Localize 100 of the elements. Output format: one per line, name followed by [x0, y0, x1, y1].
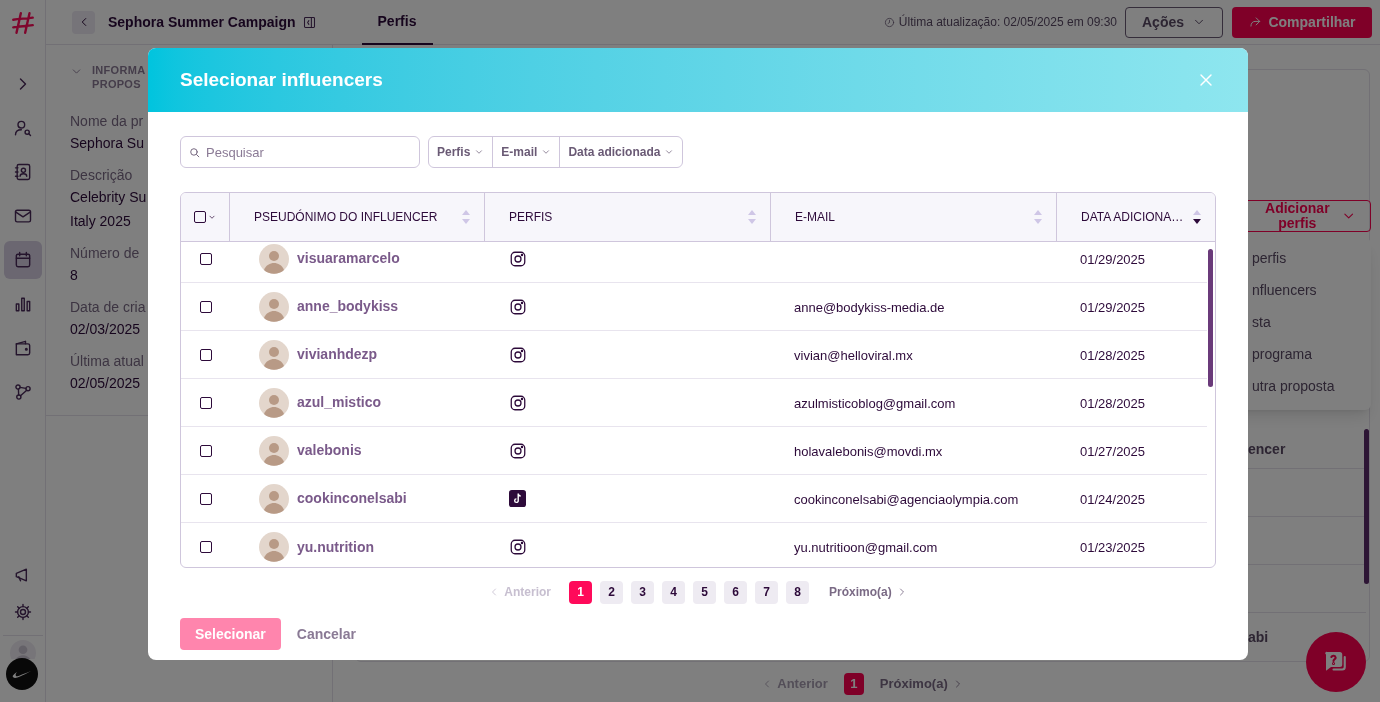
influencer-name[interactable]: valebonis — [297, 440, 362, 461]
email-text: anne@bodykiss-media.de — [794, 299, 945, 315]
date-text: 01/29/2025 — [1080, 251, 1146, 267]
influencer-name[interactable]: yu.nutrition — [297, 536, 374, 558]
chevron-down-icon — [541, 147, 552, 157]
settings-icon[interactable] — [12, 602, 33, 622]
next-link[interactable]: Próximo(a) — [879, 674, 964, 694]
page-button[interactable]: 5 — [693, 580, 716, 604]
field-value: Celebrity Su — [70, 188, 147, 207]
avatar — [259, 339, 289, 370]
date-text: 01/29/2025 — [1080, 299, 1146, 315]
row-checkbox[interactable] — [200, 444, 212, 457]
page-button[interactable]: 2 — [600, 580, 623, 604]
field-label: Última atual — [70, 352, 144, 371]
avatar — [259, 532, 289, 562]
clock-icon — [883, 16, 895, 28]
filter-dropdown[interactable]: Data adicionada — [559, 137, 683, 167]
instagram-icon[interactable] — [509, 345, 527, 364]
date-text: 01/27/2025 — [1080, 443, 1146, 459]
influencer-name[interactable]: cookinconelsabi — [297, 488, 407, 509]
chevron-down-icon — [474, 147, 485, 157]
date-text: 01/24/2025 — [1080, 491, 1146, 507]
page-button[interactable]: 1 — [569, 580, 592, 604]
field-value: 02/05/2025 — [70, 374, 141, 393]
share-icon — [1248, 15, 1263, 29]
email-text: vivian@helloviral.mx — [794, 347, 913, 363]
table-cell-text: abi — [1248, 627, 1269, 647]
menu-item[interactable]: sta — [1251, 306, 1371, 338]
row-checkbox[interactable] — [200, 541, 212, 553]
column-header[interactable]: PERFIS — [509, 208, 553, 226]
field-label: Descrição — [70, 166, 133, 185]
email-text: azulmisticoblog@gmail.com — [794, 395, 956, 411]
scrollbar[interactable] — [1208, 249, 1213, 387]
next-link[interactable]: Próximo(a) — [829, 583, 908, 601]
influencer-name[interactable]: visuaramarcelo — [297, 248, 400, 269]
instagram-icon[interactable] — [509, 249, 527, 268]
influencer-name[interactable]: vivianhdezp — [297, 344, 378, 365]
menu-item[interactable]: programa — [1251, 338, 1371, 370]
side-panel-icon[interactable] — [301, 14, 317, 30]
menu-item[interactable]: perfis — [1251, 242, 1371, 274]
menu-item[interactable]: utra proposta — [1251, 370, 1371, 402]
avatar — [259, 243, 289, 274]
row-checkbox[interactable] — [200, 300, 212, 313]
help-button[interactable] — [1306, 632, 1366, 692]
column-header[interactable]: PSEUDÓNIMO DO INFLUENCER — [254, 208, 438, 226]
network-icon — [12, 382, 33, 402]
chevron-down-icon — [664, 147, 675, 157]
page-button[interactable]: 3 — [631, 580, 654, 604]
row-checkbox[interactable] — [200, 492, 212, 505]
column-header[interactable]: DATA ADICIONA… — [1081, 208, 1184, 226]
filter-dropdown[interactable]: E-mail — [492, 137, 560, 167]
row-checkbox[interactable] — [200, 348, 212, 361]
column-header[interactable]: E-MAIL — [795, 208, 835, 226]
avatar — [259, 435, 289, 466]
sidebar-item[interactable] — [3, 241, 42, 279]
instagram-icon[interactable] — [509, 297, 527, 316]
date-text: 01/28/2025 — [1080, 395, 1146, 411]
influencer-name[interactable]: anne_bodykiss — [297, 296, 399, 317]
tiktok-icon[interactable] — [509, 490, 526, 507]
tab[interactable]: Perfis — [361, 0, 433, 45]
search-icon — [188, 146, 201, 159]
search-field[interactable]: Pesquisar — [180, 136, 420, 168]
modal-title: Selecionar influencers — [180, 67, 383, 92]
field-value: Sephora Su — [70, 134, 144, 153]
email-text: holavalebonis@movdi.mx — [794, 443, 943, 459]
section-heading: PROPOS — [92, 77, 141, 91]
hash-logo[interactable] — [9, 9, 36, 36]
cancel-button[interactable]: Cancelar — [296, 623, 356, 645]
menu-item[interactable]: nfluencers — [1251, 274, 1371, 306]
actions-button[interactable]: Ações — [1125, 6, 1223, 38]
field-value: Italy 2025 — [70, 212, 131, 231]
page-button[interactable]: 4 — [662, 580, 685, 604]
instagram-icon[interactable] — [509, 393, 527, 412]
contact-book-icon — [12, 162, 33, 182]
field-label: Número de — [70, 244, 140, 263]
page-button[interactable]: 8 — [786, 580, 809, 604]
field-label: Data de cria — [70, 298, 146, 317]
instagram-icon[interactable] — [509, 538, 527, 556]
email-text: yu.nutritioon@gmail.com — [794, 540, 938, 555]
avatar — [259, 387, 289, 418]
row-checkbox[interactable] — [200, 252, 212, 265]
influencer-name[interactable]: azul_mistico — [297, 392, 382, 413]
section-heading: INFORMA — [92, 63, 146, 77]
page-button[interactable]: 6 — [724, 580, 747, 604]
select-all-checkbox[interactable] — [193, 211, 206, 223]
date-text: 01/28/2025 — [1080, 347, 1146, 363]
company-logo[interactable] — [5, 658, 38, 690]
date-text: 01/23/2025 — [1080, 540, 1146, 555]
avatar — [259, 483, 289, 514]
campaign-title: Sephora Summer Campaign — [108, 12, 296, 32]
row-checkbox[interactable] — [200, 396, 212, 409]
table-cell-text: encer — [1248, 440, 1286, 459]
mail-icon — [12, 206, 33, 226]
page-button[interactable]: 7 — [755, 580, 778, 604]
email-text: cookinconelsabi@agenciaolympia.com — [794, 491, 1019, 507]
instagram-icon[interactable] — [509, 441, 527, 460]
avatar — [259, 291, 289, 322]
scrollbar[interactable] — [1364, 429, 1369, 584]
filter-dropdown[interactable]: Perfis — [429, 137, 493, 167]
field-label: Nome da pr — [70, 112, 144, 131]
